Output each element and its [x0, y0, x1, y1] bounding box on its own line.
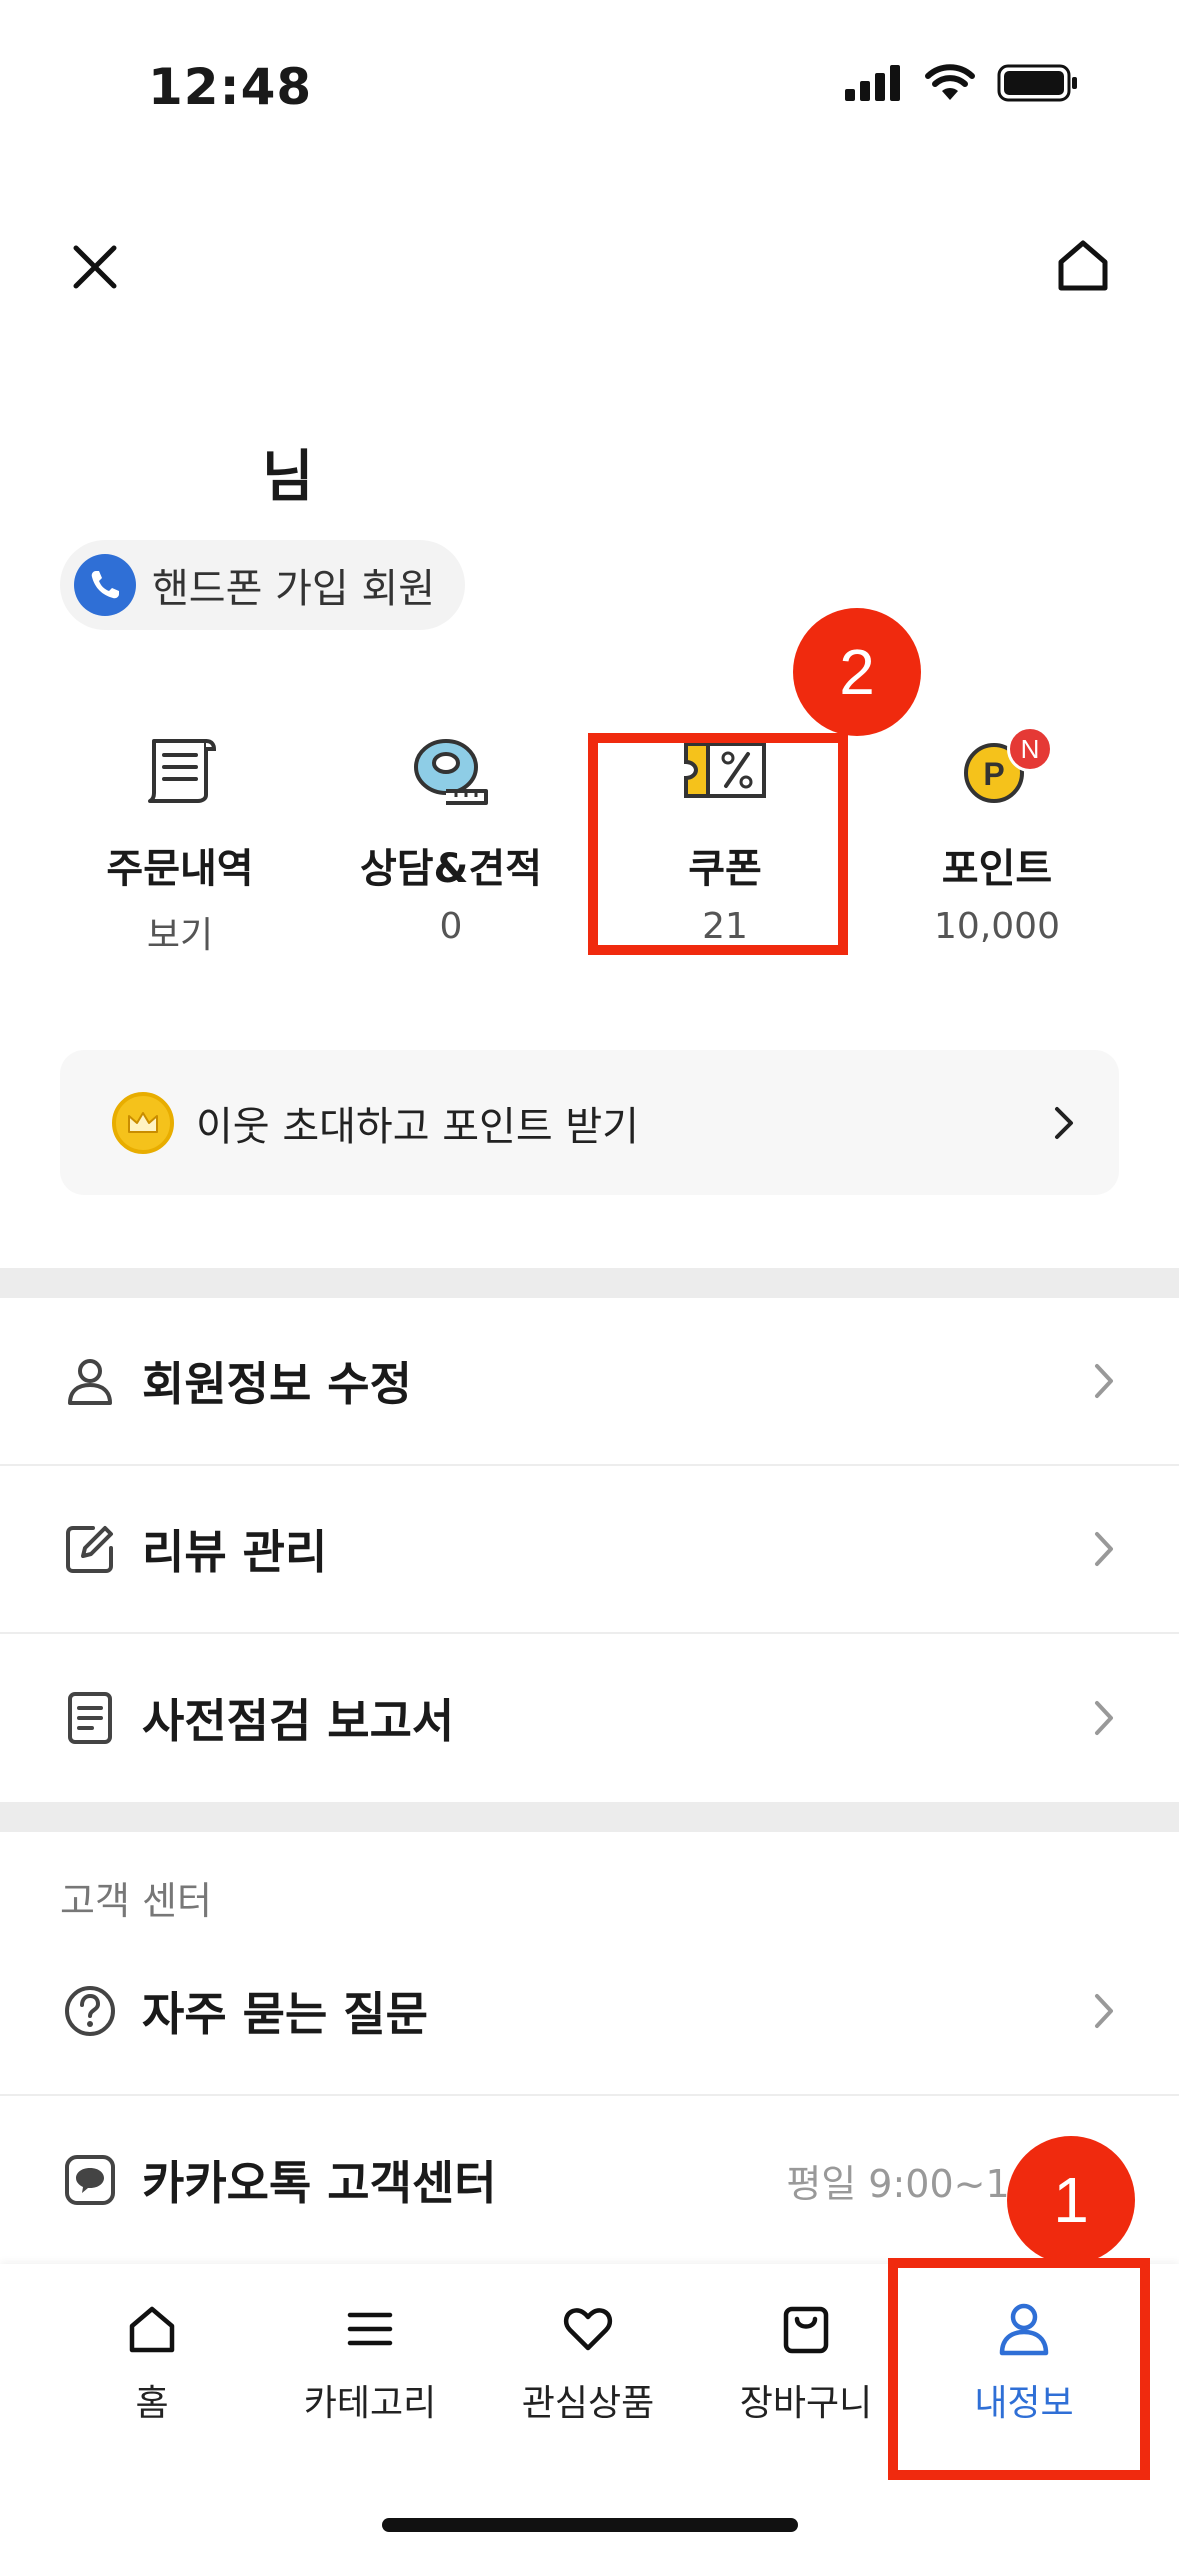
chevron-right-icon [1095, 1701, 1113, 1735]
home-outline-icon [1058, 240, 1108, 291]
tab-label: 카테고리 [303, 2383, 437, 2424]
summary-title: 주문내역 [106, 846, 254, 892]
summary-value: 보기 [146, 915, 214, 956]
receipt-icon [148, 739, 217, 803]
tab-home[interactable]: 홈 [52, 2294, 252, 2426]
section-divider [0, 1802, 1179, 1832]
membership-label: 핸드폰 가입 회원 [152, 566, 436, 612]
tape-measure-icon [414, 739, 488, 805]
summary-title: 포인트 [941, 846, 1053, 892]
menu-label: 사전점검 보고서 [142, 1694, 455, 1748]
summary-orders[interactable]: 주문내역 보기 [55, 720, 305, 958]
chevron-right-icon [1095, 1364, 1113, 1398]
menu-label: 회원정보 수정 [142, 1357, 412, 1411]
crown-icon [112, 1091, 174, 1154]
annotation-marker-1: 1 [1007, 2136, 1135, 2264]
membership-chip: 핸드폰 가입 회원 [60, 540, 466, 630]
document-icon [60, 1688, 120, 1748]
close-icon [73, 245, 117, 289]
user-greeting: 님 [262, 445, 314, 510]
person-icon [60, 1351, 120, 1411]
svg-text:P: P [983, 756, 1004, 792]
customer-center-heading: 고객 센터 [60, 1879, 212, 1923]
summary-consultation[interactable]: 상담&견적 0 [326, 720, 576, 947]
invite-text: 이웃 초대하고 포인트 받기 [196, 1103, 639, 1150]
heart-icon [563, 2308, 613, 2351]
annotation-box-my-info [888, 2258, 1150, 2480]
bag-icon [783, 2306, 829, 2354]
section-divider [0, 1268, 1179, 1298]
home-icon [129, 2306, 175, 2353]
tab-label: 홈 [135, 2383, 169, 2424]
menu-review-management[interactable]: 리뷰 관리 [0, 1466, 1179, 1634]
tab-cart[interactable]: 장바구니 [706, 2294, 906, 2426]
chat-icon [60, 2150, 120, 2210]
tab-wishlist[interactable]: 관심상품 [488, 2294, 688, 2426]
menu-kakaotalk-support[interactable]: 카카오톡 고객센터 평일 9:00~18:00 [0, 2096, 1179, 2264]
close-button[interactable] [50, 222, 140, 312]
chevron-right-icon [1055, 1106, 1073, 1139]
cellular-signal-icon [845, 65, 900, 101]
status-icons [845, 64, 1079, 102]
tab-label: 장바구니 [739, 2383, 873, 2424]
wifi-icon [925, 64, 975, 100]
menu-icon [347, 2312, 393, 2346]
summary-value: 0 [439, 906, 463, 947]
chevron-right-icon [1095, 1532, 1113, 1566]
menu-label: 자주 묻는 질문 [142, 1987, 428, 2041]
summary-value: 10,000 [934, 906, 1060, 947]
status-time: 12:48 [148, 58, 313, 116]
tab-label: 관심상품 [521, 2383, 655, 2424]
menu-label: 카카오톡 고객센터 [142, 2156, 497, 2210]
home-button[interactable] [1038, 220, 1128, 310]
summary-points[interactable]: P N 포인트 10,000 [872, 720, 1122, 947]
chevron-right-icon [1095, 1994, 1113, 2028]
edit-icon [60, 1519, 120, 1579]
annotation-box-coupon [588, 733, 848, 955]
new-badge: N [1007, 726, 1053, 772]
menu-edit-profile[interactable]: 회원정보 수정 [0, 1298, 1179, 1466]
question-icon [60, 1981, 120, 2041]
summary-title: 상담&견적 [359, 846, 543, 892]
home-indicator [382, 2518, 798, 2532]
phone-icon [74, 554, 136, 616]
tab-category[interactable]: 카테고리 [270, 2294, 470, 2426]
annotation-marker-2: 2 [793, 608, 921, 736]
battery-icon [997, 64, 1077, 102]
invite-banner[interactable]: 이웃 초대하고 포인트 받기 [60, 1050, 1119, 1195]
menu-faq[interactable]: 자주 묻는 질문 [0, 1928, 1179, 2096]
menu-inspection-report[interactable]: 사전점검 보고서 [0, 1634, 1179, 1802]
menu-label: 리뷰 관리 [142, 1525, 328, 1579]
